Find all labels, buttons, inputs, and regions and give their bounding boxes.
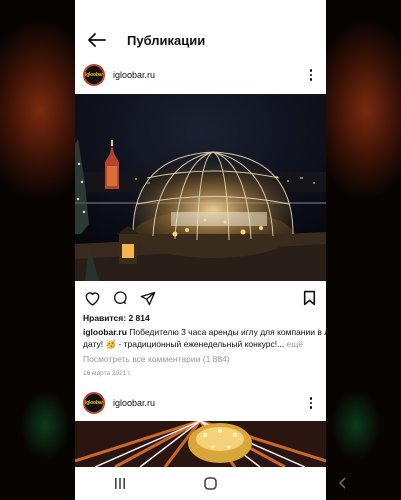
- share-button[interactable]: [137, 287, 159, 309]
- post-username[interactable]: igloobar.ru: [113, 398, 302, 408]
- background-left: [0, 0, 75, 500]
- post-image[interactable]: [75, 421, 326, 467]
- more-options-button[interactable]: [302, 66, 320, 84]
- avatar-logo: igloobar: [84, 72, 104, 78]
- save-button[interactable]: [298, 287, 320, 309]
- more-vertical-icon: [309, 397, 313, 400]
- post-actions: [75, 285, 326, 311]
- system-back-button[interactable]: [335, 474, 351, 492]
- bookmark-icon: [303, 290, 315, 306]
- view-comments-link[interactable]: Посмотреть все комментарии (1 884): [83, 354, 230, 364]
- avatar-logo: igloobar: [84, 400, 104, 406]
- back-button[interactable]: [79, 22, 115, 58]
- page-title: Публикации: [127, 32, 206, 48]
- background-right: [326, 0, 401, 500]
- comment-icon: [114, 291, 127, 305]
- caption-more-link[interactable]: ещё: [284, 339, 303, 349]
- app-bar: Публикации: [75, 22, 326, 58]
- comment-button[interactable]: [109, 287, 131, 309]
- send-icon: [140, 291, 156, 305]
- avatar[interactable]: igloobar: [83, 64, 105, 86]
- avatar[interactable]: igloobar: [83, 392, 105, 414]
- caption-text: Победителю 3 часа аренды иглу для компан…: [129, 327, 326, 337]
- post-header: igloobar igloobar.ru: [75, 386, 326, 420]
- screen: Публикации igloobar igloobar.ru Нравится…: [0, 0, 401, 500]
- post-image[interactable]: [75, 94, 326, 281]
- heart-icon: [85, 291, 99, 306]
- more-vertical-icon: [309, 69, 313, 72]
- recents-icon: [115, 478, 126, 489]
- likes-count[interactable]: Нравится: 2 814: [83, 313, 150, 323]
- more-options-button[interactable]: [302, 394, 320, 412]
- caption-username[interactable]: igloobar.ru: [83, 327, 127, 337]
- caption-text-line2: дату! 🥳 - традиционный еженедельный конк…: [83, 339, 285, 349]
- post-username[interactable]: igloobar.ru: [113, 70, 302, 80]
- back-arrow-icon: [88, 33, 106, 47]
- igloo-photo: [75, 94, 326, 281]
- recents-button[interactable]: [100, 469, 140, 499]
- post-header: igloobar igloobar.ru: [75, 58, 326, 92]
- like-button[interactable]: [81, 287, 103, 309]
- post-date: 16 марта 2021 г.: [83, 370, 132, 377]
- post-caption: igloobar.ru Победителю 3 часа аренды игл…: [83, 326, 326, 350]
- back-chevron-icon: [339, 477, 346, 489]
- system-nav-bar: [75, 467, 326, 500]
- app-screen: Публикации igloobar igloobar.ru Нравится…: [75, 0, 326, 500]
- chandelier-photo: [75, 421, 326, 467]
- home-button[interactable]: [190, 469, 230, 499]
- home-icon: [204, 477, 217, 490]
